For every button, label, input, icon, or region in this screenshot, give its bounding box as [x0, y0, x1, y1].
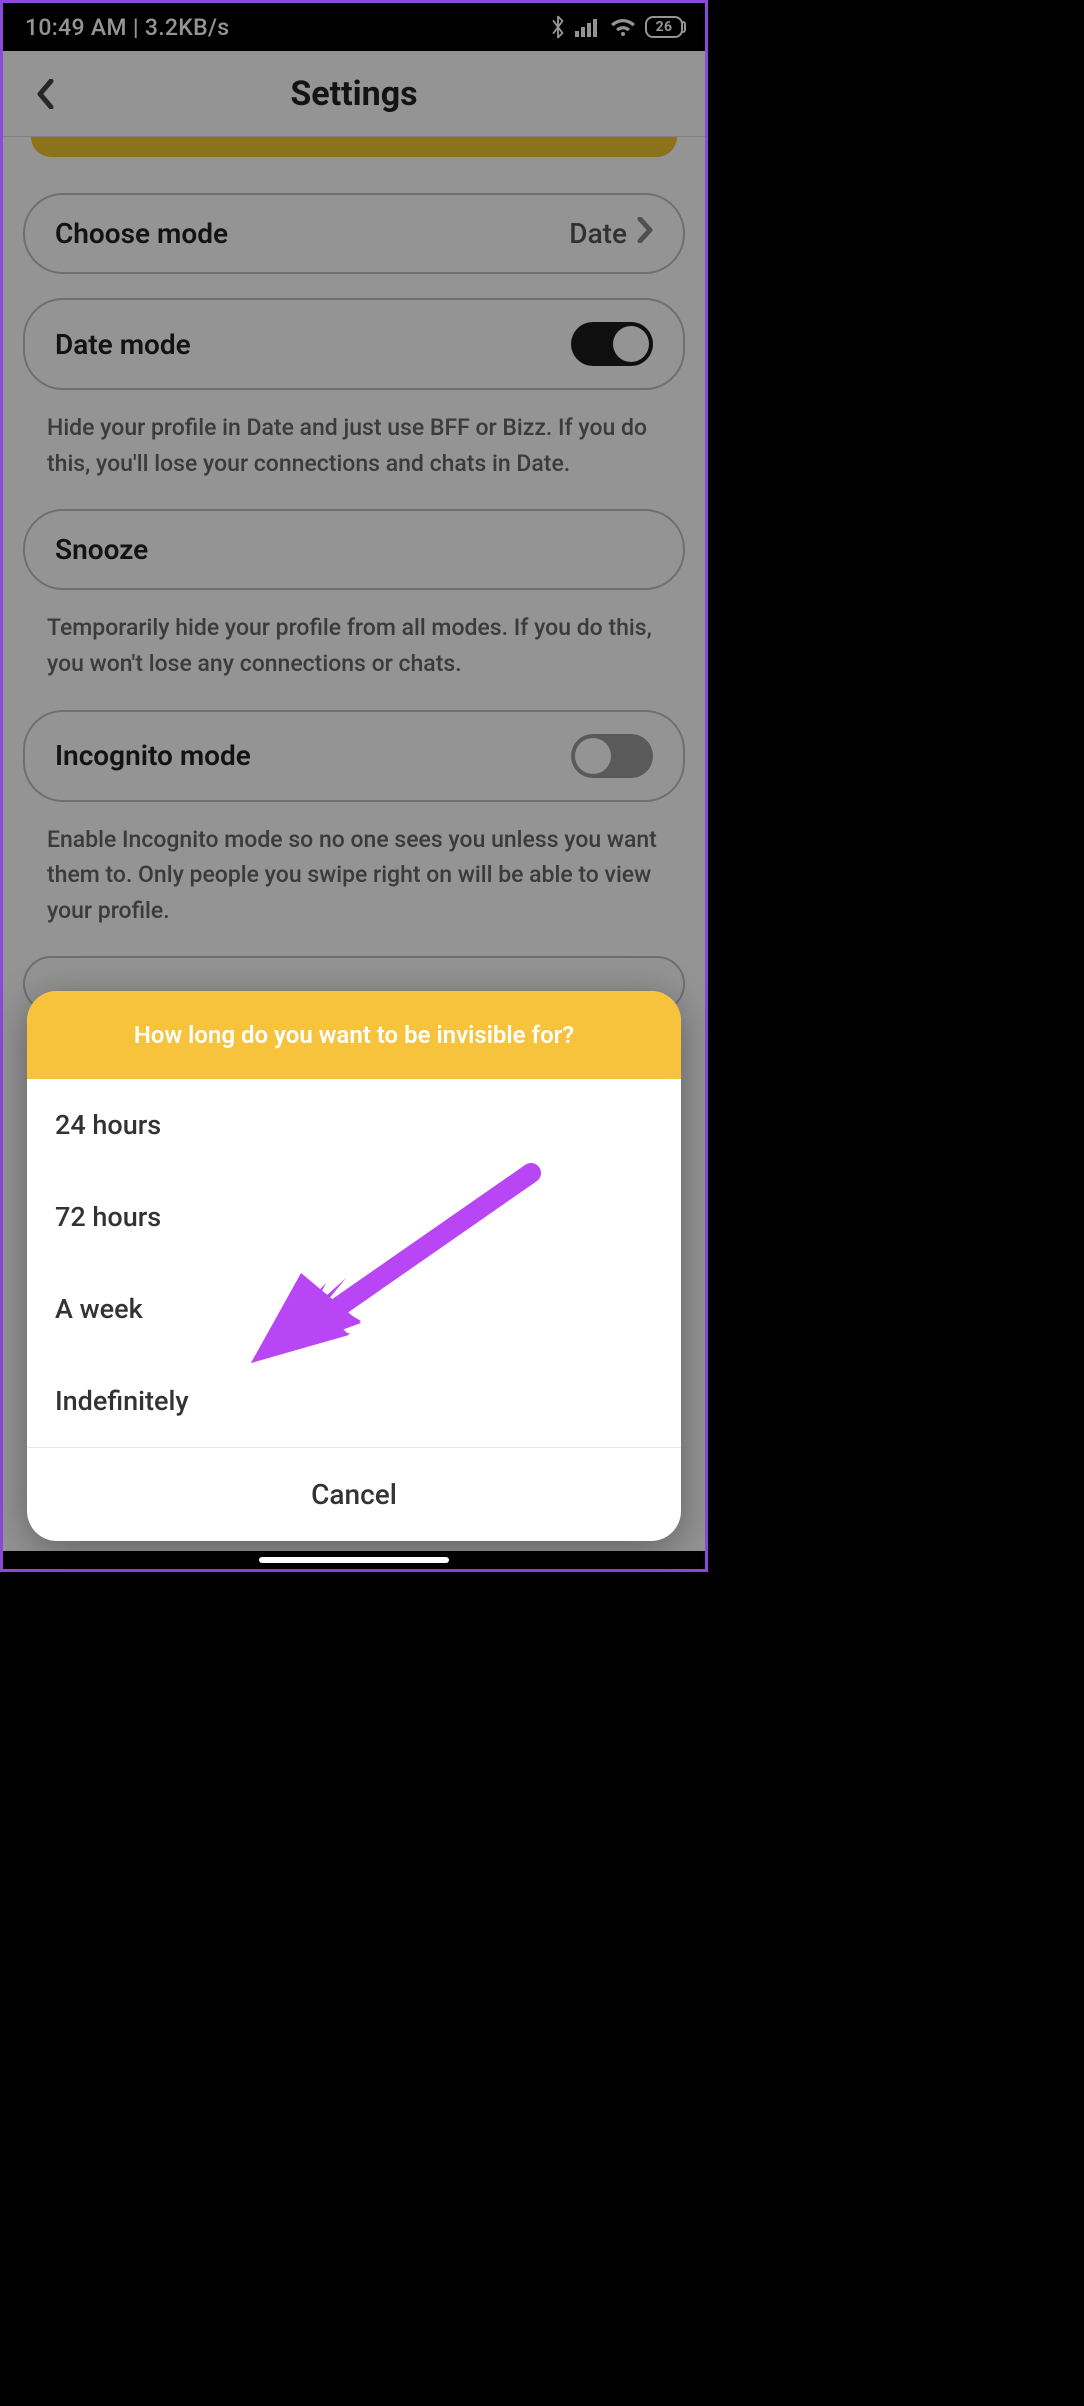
snooze-option-72-hours[interactable]: 72 hours: [27, 1171, 681, 1263]
gesture-pill[interactable]: [259, 1557, 449, 1563]
sheet-cancel-button[interactable]: Cancel: [27, 1447, 681, 1541]
snooze-duration-sheet: How long do you want to be invisible for…: [27, 991, 681, 1541]
snooze-option-a-week[interactable]: A week: [27, 1263, 681, 1355]
sheet-title: How long do you want to be invisible for…: [27, 991, 681, 1079]
snooze-option-indefinitely[interactable]: Indefinitely: [27, 1355, 681, 1447]
snooze-option-24-hours[interactable]: 24 hours: [27, 1079, 681, 1171]
